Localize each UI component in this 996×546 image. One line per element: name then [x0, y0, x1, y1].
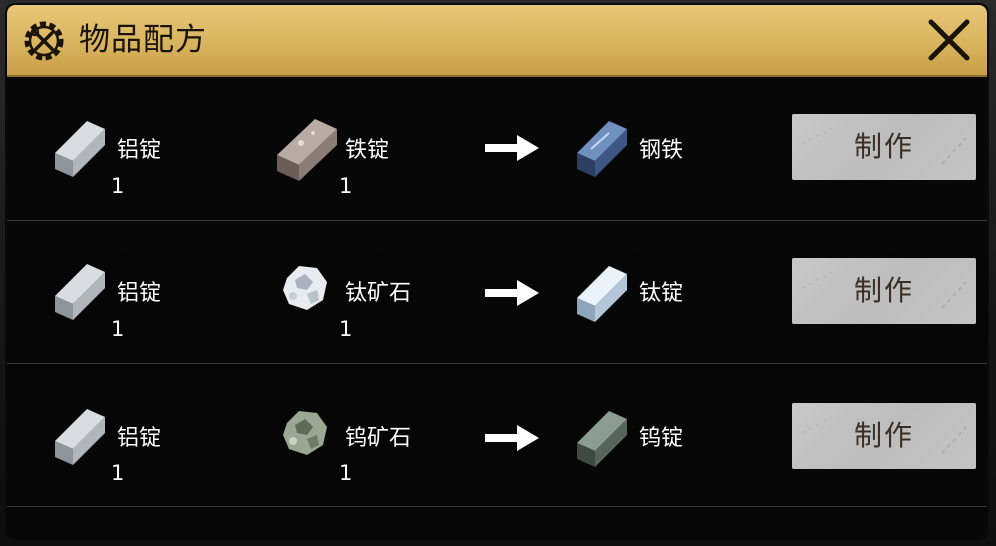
craft-button[interactable]: 制作 — [792, 258, 976, 324]
iron-ingot-icon — [277, 119, 337, 181]
input2-qty: 1 — [339, 174, 353, 198]
titanium-ingot-icon — [577, 266, 627, 322]
craft-button[interactable]: 制作 — [792, 114, 976, 180]
input1-qty: 1 — [111, 174, 125, 198]
input1-name: 铝锭 — [117, 426, 162, 451]
steel-ingot-icon — [577, 121, 627, 177]
input2-name: 铁锭 — [345, 138, 390, 163]
input1-name: 铝锭 — [117, 138, 162, 163]
input1-qty: 1 — [111, 317, 125, 341]
input1-name: 铝锭 — [117, 281, 162, 306]
title-bar: 物品配方 — [7, 5, 987, 77]
craft-button-label: 制作 — [853, 274, 914, 307]
tungsten-ore-icon — [283, 411, 327, 455]
input2-name: 钨矿石 — [345, 426, 412, 451]
output-name: 钨锭 — [639, 426, 684, 451]
arrow-right-icon — [485, 280, 539, 306]
aluminum-ingot-icon — [55, 264, 105, 320]
aluminum-ingot-icon — [55, 121, 105, 177]
input1-qty: 1 — [111, 461, 125, 485]
window-title: 物品配方 — [79, 22, 207, 58]
output-name: 钛锭 — [639, 281, 684, 306]
input2-qty: 1 — [339, 461, 353, 485]
craft-button-label: 制作 — [853, 419, 914, 452]
craft-button[interactable]: 制作 — [792, 403, 976, 469]
craft-button-label: 制作 — [853, 130, 914, 163]
wrench-screwdriver-gear-icon — [24, 21, 64, 61]
input2-qty: 1 — [339, 317, 353, 341]
recipe-row: 铝锭 1 钛矿石 1 钛锭 制作 — [7, 220, 987, 364]
aluminum-ingot-icon — [55, 409, 105, 465]
titanium-ore-icon — [283, 266, 327, 310]
arrow-right-icon — [485, 135, 539, 161]
recipe-window: 物品配方 铝锭 1 铁锭 1 钢铁 制作 铝锭 1 钛矿石 1 钛锭 制作 铝锭… — [5, 3, 989, 541]
input2-name: 钛矿石 — [345, 281, 412, 306]
output-name: 钢铁 — [639, 138, 684, 163]
recipe-row: 铝锭 1 铁锭 1 钢铁 制作 — [7, 77, 987, 221]
tungsten-ingot-icon — [577, 411, 627, 467]
arrow-right-icon — [485, 425, 539, 451]
recipe-row: 铝锭 1 钨矿石 1 钨锭 制作 — [7, 363, 987, 507]
close-icon[interactable] — [925, 16, 973, 64]
